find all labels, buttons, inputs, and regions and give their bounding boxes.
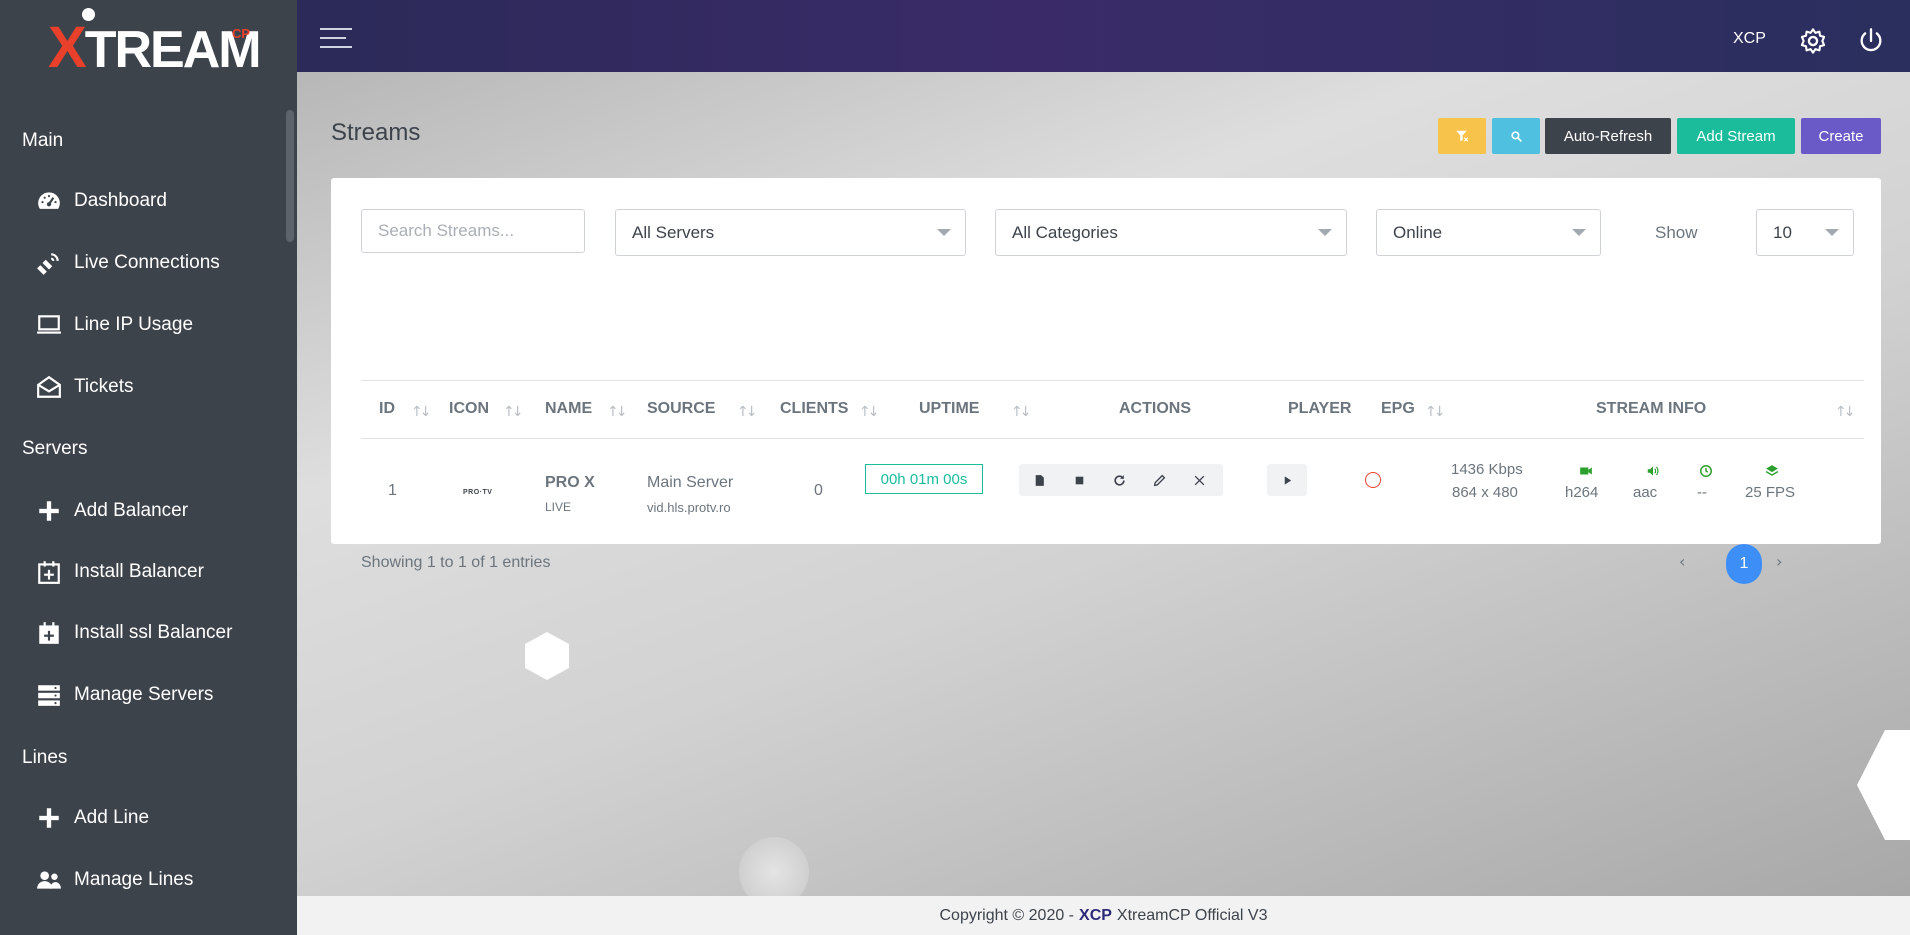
stream-restart-button[interactable]: [1099, 464, 1139, 496]
decorative-hexagon: [1857, 730, 1910, 840]
sidebar-section-main: Main: [22, 130, 64, 151]
stream-resolution: 864 x 480: [1452, 484, 1518, 501]
refresh-icon: [1113, 474, 1125, 486]
sidebar-item-add-line[interactable]: Add Line: [36, 803, 149, 833]
audio-codec: aac: [1633, 484, 1658, 501]
add-stream-button[interactable]: Add Stream: [1677, 118, 1795, 154]
clock-icon: [1699, 463, 1713, 477]
sidebar-item-label: Add Line: [74, 807, 150, 828]
layers-icon: [1765, 463, 1779, 477]
epg-status-icon: [1365, 472, 1381, 488]
close-icon: [1194, 475, 1204, 485]
power-icon[interactable]: [1857, 27, 1885, 55]
sidebar-item-line-ip-usage[interactable]: Line IP Usage: [36, 310, 193, 340]
sidebar-item-install-ssl-balancer[interactable]: Install ssl Balancer: [36, 618, 232, 648]
laptop-icon: [36, 312, 62, 338]
search-button[interactable]: [1492, 118, 1540, 154]
sidebar-item-label: Tickets: [74, 376, 134, 397]
pagination-prev-button[interactable]: ‹: [1679, 552, 1685, 571]
stop-icon: [1075, 476, 1083, 484]
stream-log-button[interactable]: [1019, 464, 1059, 496]
volume-icon: [1646, 463, 1660, 477]
logo-sup: CP: [232, 26, 251, 41]
pagination-page-1[interactable]: 1: [1726, 544, 1762, 584]
logo-wordmark: XTREAM: [48, 15, 262, 80]
sidebar-item-label: Add Balancer: [74, 500, 189, 521]
search-icon: [1510, 130, 1522, 142]
stream-fps: 25 FPS: [1745, 484, 1796, 501]
page-footer: Copyright © 2020 - XCP XtreamCP Official…: [297, 896, 1910, 935]
users-icon: [36, 867, 62, 893]
stream-actions-group: [1019, 464, 1223, 496]
sidebar-item-label: Manage Servers: [74, 684, 214, 705]
main-content: Streams Auto-Refresh Add Stream Create S…: [297, 72, 1910, 896]
satellite-icon: [36, 250, 62, 276]
envelope-open-icon: [36, 374, 62, 400]
table-row-controls: 00h 01m 00s 1436 Kbps 864 x 480 h264 aac…: [331, 178, 1881, 584]
sidebar-item-label: Install ssl Balancer: [74, 622, 233, 643]
user-name[interactable]: XCP: [1733, 30, 1766, 48]
stream-edit-button[interactable]: [1139, 464, 1179, 496]
calendar-plus-icon: [36, 559, 62, 585]
play-icon: [1284, 475, 1291, 485]
sidebar-item-live-connections[interactable]: Live Connections: [36, 248, 220, 278]
sidebar-item-dashboard[interactable]: Dashboard: [36, 186, 167, 216]
menu-toggle-icon[interactable]: [320, 28, 352, 50]
stream-bitrate: 1436 Kbps: [1451, 461, 1523, 478]
sidebar-item-manage-servers[interactable]: Manage Servers: [36, 680, 213, 710]
filter-clear-icon: [1456, 130, 1469, 142]
entries-summary: Showing 1 to 1 of 1 entries: [361, 554, 551, 571]
play-stream-button[interactable]: [1267, 464, 1307, 496]
dashboard-icon: [36, 188, 62, 214]
clear-filters-button[interactable]: [1438, 118, 1486, 154]
plus-icon: [36, 805, 62, 831]
sidebar-item-label: Line IP Usage: [74, 314, 194, 335]
sidebar-item-label: Live Connections: [74, 252, 220, 273]
decorative-hexagon: [525, 632, 569, 680]
uptime-badge: 00h 01m 00s: [865, 464, 983, 494]
sidebar-item-label: Manage Lines: [74, 869, 194, 890]
pencil-icon: [1153, 474, 1165, 486]
page-title: Streams: [331, 119, 421, 146]
sidebar-section-servers: Servers: [22, 438, 88, 459]
stream-stop-button[interactable]: [1059, 464, 1099, 496]
calendar-plus-icon: [36, 620, 62, 646]
sidebar-scrollbar[interactable]: [286, 110, 294, 242]
video-camera-icon: [1579, 463, 1593, 477]
xtream-logo[interactable]: XTREAM CP: [48, 8, 262, 77]
create-button[interactable]: Create: [1801, 118, 1881, 154]
sidebar-item-label: Install Balancer: [74, 561, 204, 582]
gear-icon[interactable]: [1799, 27, 1827, 55]
server-icon: [36, 682, 62, 708]
sidebar-item-label: Dashboard: [74, 190, 167, 211]
pagination-next-button[interactable]: ›: [1776, 552, 1782, 571]
top-navbar: XCP: [297, 0, 1910, 72]
sidebar-item-add-balancer[interactable]: Add Balancer: [36, 496, 188, 526]
stream-latency: --: [1697, 484, 1707, 501]
sidebar-item-tickets[interactable]: Tickets: [36, 372, 133, 402]
footer-brand[interactable]: XCP: [1079, 907, 1112, 925]
sidebar: XTREAM CP Main Dashboard Live Connection…: [0, 0, 297, 935]
file-icon: [1035, 474, 1044, 486]
decorative-bubble: [739, 837, 809, 896]
stream-delete-button[interactable]: [1179, 464, 1219, 496]
sidebar-item-install-balancer[interactable]: Install Balancer: [36, 557, 204, 587]
auto-refresh-button[interactable]: Auto-Refresh: [1545, 118, 1671, 154]
sidebar-section-lines: Lines: [22, 747, 68, 768]
footer-version: XtreamCP Official V3: [1116, 906, 1268, 924]
plus-icon: [36, 498, 62, 524]
sidebar-item-manage-lines[interactable]: Manage Lines: [36, 865, 193, 895]
footer-copyright: Copyright © 2020 -: [939, 906, 1075, 924]
video-codec: h264: [1565, 484, 1599, 501]
